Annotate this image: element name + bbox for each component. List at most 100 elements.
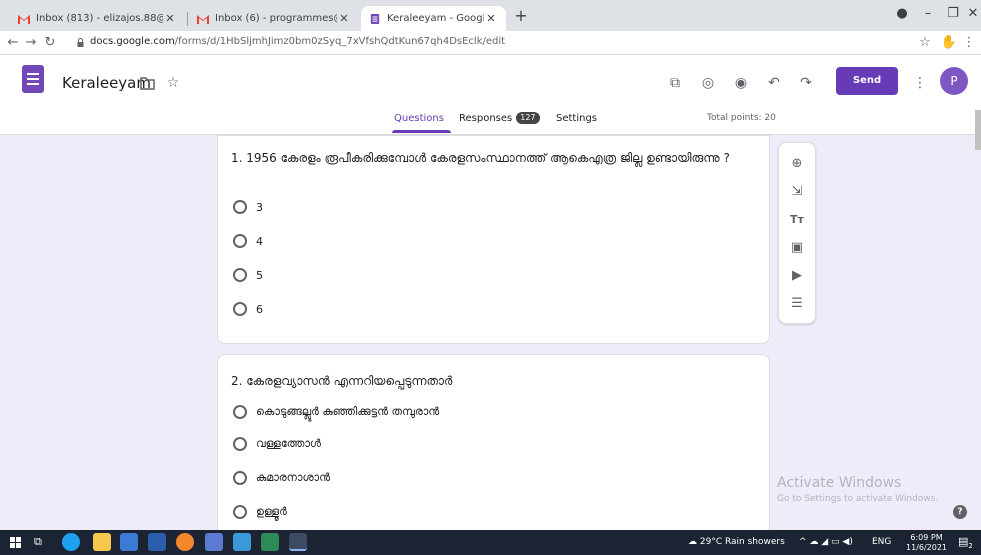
- weather-widget[interactable]: ☁ 29°C Rain showers: [688, 537, 785, 547]
- radio-button[interactable]: [233, 471, 247, 485]
- star-icon[interactable]: ☆: [163, 73, 183, 93]
- add-title-icon[interactable]: Tт: [788, 211, 806, 229]
- browser-menu-icon[interactable]: ⋮: [960, 34, 978, 52]
- option-label: 4: [256, 234, 263, 248]
- notification-center-icon[interactable]: ▤2: [958, 535, 973, 550]
- store-icon[interactable]: [120, 533, 138, 551]
- back-icon[interactable]: ←: [4, 34, 22, 52]
- forms-icon: [370, 13, 380, 24]
- tab-questions[interactable]: Questions: [394, 113, 444, 124]
- lock-icon: [77, 38, 84, 47]
- outlook-icon[interactable]: [148, 533, 166, 551]
- radio-button[interactable]: [233, 302, 247, 316]
- browser-tab-gmail-1[interactable]: Inbox (813) - elizajos.88@gmail.c ✕: [10, 6, 185, 31]
- address-bar: ← → ↻ docs.google.com/forms/d/1HbSljmhJi…: [0, 31, 981, 55]
- option-label: കൊടുങ്ങല്ലൂർ കുഞ്ഞിക്കുട്ടൻ തമ്പുരാൻ: [256, 405, 440, 418]
- option-item[interactable]: 6: [233, 302, 263, 316]
- palette-icon[interactable]: ◎: [698, 73, 718, 93]
- tab-title: Keraleeyam - Google Forms: [387, 13, 484, 24]
- gmail-icon: [197, 14, 209, 24]
- question-text[interactable]: 2. കേരളവ്യാസൻ എന്നറിയപ്പെടുന്നതാർ: [231, 373, 731, 390]
- tab-settings[interactable]: Settings: [556, 113, 597, 124]
- forward-icon[interactable]: →: [22, 34, 40, 52]
- language-indicator[interactable]: ENG: [872, 537, 891, 547]
- extension-icon[interactable]: ✋: [940, 34, 958, 52]
- help-icon[interactable]: ?: [953, 505, 967, 519]
- floating-toolbar: ⊕ ⇲ Tт ▣ ▶ ☰: [778, 142, 816, 324]
- close-icon[interactable]: ✕: [163, 12, 177, 25]
- photos-icon[interactable]: [205, 533, 223, 551]
- question-card-1[interactable]: 1. 1956 കേരളം രൂപീകരിക്കുമ്പോൾ കേരളസംസ്ഥ…: [217, 135, 770, 344]
- forms-header: Keraleeyam ☆ ⧉ ◎ ◉ ↶ ↷ Send ⋮ P Question…: [0, 55, 981, 135]
- radio-button[interactable]: [233, 200, 247, 214]
- import-questions-icon[interactable]: ⇲: [788, 183, 806, 201]
- weather-text: 29°C Rain showers: [699, 537, 785, 547]
- option-item[interactable]: 5: [233, 268, 263, 282]
- window-close-icon[interactable]: ✕: [962, 6, 981, 21]
- excel-icon[interactable]: [261, 533, 279, 551]
- close-icon[interactable]: ✕: [484, 12, 498, 25]
- option-item[interactable]: ഉള്ളൂർ: [233, 505, 287, 519]
- option-label: കുമാരനാശാൻ: [256, 471, 331, 484]
- option-item[interactable]: കൊടുങ്ങല്ലൂർ കുഞ്ഞിക്കുട്ടൻ തമ്പുരാൻ: [233, 405, 439, 419]
- option-label: 3: [256, 200, 263, 214]
- option-item[interactable]: 3: [233, 200, 263, 214]
- bookmark-star-icon[interactable]: ☆: [916, 34, 934, 52]
- radio-button[interactable]: [233, 268, 247, 282]
- browser-tab-strip: Inbox (813) - elizajos.88@gmail.c ✕ Inbo…: [0, 0, 981, 31]
- scrollbar-thumb[interactable]: [975, 110, 981, 150]
- form-title[interactable]: Keraleeyam: [62, 74, 151, 92]
- active-tab-indicator: [392, 130, 451, 133]
- browser-tab-gmail-2[interactable]: Inbox (6) - programmes@henryb ✕: [189, 6, 359, 31]
- option-label: 6: [256, 302, 263, 316]
- undo-icon[interactable]: ↶: [764, 73, 784, 93]
- tab-separator: [187, 12, 188, 26]
- google-forms-logo-icon[interactable]: [22, 65, 44, 93]
- watermark-title: Activate Windows: [777, 475, 902, 491]
- send-button[interactable]: Send: [836, 67, 898, 95]
- firefox-icon[interactable]: [176, 533, 194, 551]
- question-card-2[interactable]: 2. കേരളവ്യാസൻ എന്നറിയപ്പെടുന്നതാർ കൊടുങ്…: [217, 354, 770, 544]
- profile-indicator-icon[interactable]: ●: [891, 6, 913, 21]
- file-explorer-icon[interactable]: [93, 533, 111, 551]
- url-field[interactable]: docs.google.com/forms/d/1HbSljmhJimz0bm0…: [90, 36, 505, 47]
- radio-button[interactable]: [233, 505, 247, 519]
- windows-start-icon[interactable]: [10, 537, 21, 548]
- tab-responses[interactable]: Responses 127: [459, 112, 540, 124]
- mail-icon[interactable]: [233, 533, 251, 551]
- redo-icon[interactable]: ↷: [796, 73, 816, 93]
- add-section-icon[interactable]: ☰: [788, 295, 806, 313]
- close-icon[interactable]: ✕: [337, 12, 351, 25]
- total-points: Total points: 20: [707, 113, 776, 123]
- option-item[interactable]: വള്ളത്തോൾ: [233, 437, 321, 451]
- clock[interactable]: 6:09 PM 11/6/2021: [906, 533, 947, 553]
- preview-eye-icon[interactable]: ◉: [731, 73, 751, 93]
- edge-browser-icon[interactable]: [62, 533, 80, 551]
- new-tab-button[interactable]: +: [511, 6, 531, 26]
- browser-tab-forms[interactable]: Keraleeyam - Google Forms ✕: [361, 6, 506, 31]
- option-label: 5: [256, 268, 263, 282]
- radio-button[interactable]: [233, 405, 247, 419]
- add-video-icon[interactable]: ▶: [788, 267, 806, 285]
- option-item[interactable]: കുമാരനാശാൻ: [233, 471, 330, 485]
- radio-button[interactable]: [233, 234, 247, 248]
- add-question-icon[interactable]: ⊕: [788, 155, 806, 173]
- system-tray-icons[interactable]: ^ ☁ ◢ ▭ ◀): [799, 537, 853, 547]
- option-label: ഉള്ളൂർ: [256, 505, 287, 518]
- addon-puzzle-icon[interactable]: ⧉: [665, 73, 685, 93]
- gmail-icon: [18, 14, 30, 24]
- avatar[interactable]: P: [940, 67, 968, 95]
- option-item[interactable]: 4: [233, 234, 263, 248]
- tab-title: Inbox (813) - elizajos.88@gmail.c: [36, 13, 163, 24]
- maximize-icon[interactable]: ❐: [942, 6, 964, 21]
- tab-title: Inbox (6) - programmes@henryb: [215, 13, 337, 24]
- minimize-icon[interactable]: –: [917, 6, 939, 21]
- radio-button[interactable]: [233, 437, 247, 451]
- more-options-icon[interactable]: ⋮: [910, 73, 930, 93]
- question-text[interactable]: 1. 1956 കേരളം രൂപീകരിക്കുമ്പോൾ കേരളസംസ്ഥ…: [231, 150, 731, 167]
- task-view-icon[interactable]: ⧉: [34, 535, 42, 549]
- folder-icon[interactable]: [140, 77, 155, 90]
- chrome-icon[interactable]: [289, 533, 307, 551]
- add-image-icon[interactable]: ▣: [788, 239, 806, 257]
- reload-icon[interactable]: ↻: [41, 34, 59, 52]
